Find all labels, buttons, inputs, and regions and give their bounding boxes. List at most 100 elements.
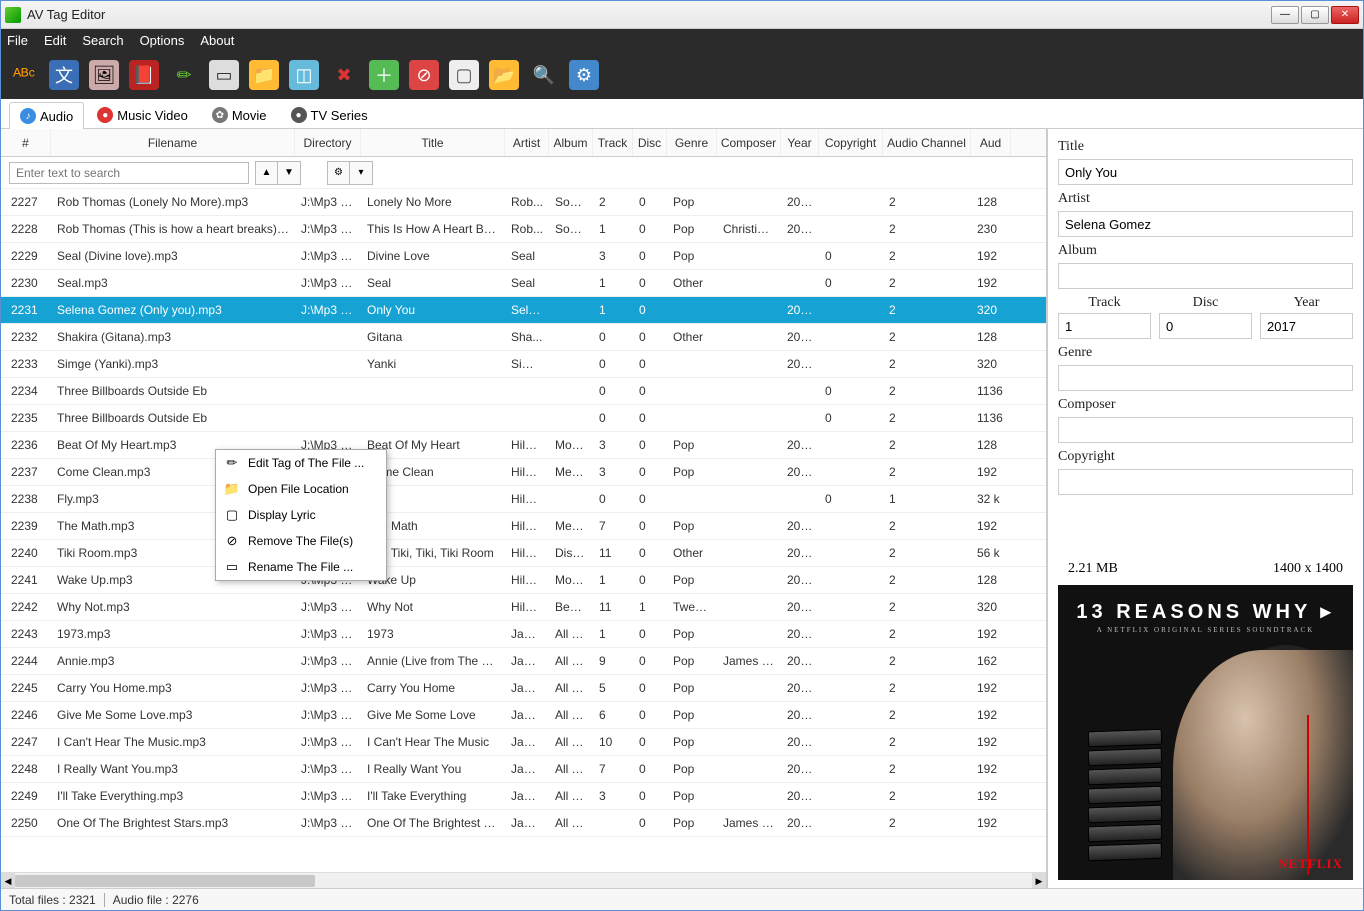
search-sort-up[interactable]: ▲: [256, 162, 278, 184]
table-row[interactable]: 2227Rob Thomas (Lonely No More).mp3J:\Mp…: [1, 189, 1046, 216]
table-row[interactable]: 2233Simge (Yanki).mp3YankiSimge002020232…: [1, 351, 1046, 378]
image-icon[interactable]: 🖼: [89, 60, 119, 90]
maximize-button[interactable]: ▢: [1301, 6, 1329, 24]
year-field[interactable]: [1260, 313, 1353, 339]
remove-icon[interactable]: ⊘: [409, 60, 439, 90]
ctx-open-location[interactable]: 📁Open File Location: [216, 476, 386, 502]
folder-icon[interactable]: 📁: [249, 60, 279, 90]
table-row[interactable]: 2244Annie.mp3J:\Mp3 M...Annie (Live from…: [1, 648, 1046, 675]
tab-icon: ●: [97, 107, 113, 123]
col-audio-channel[interactable]: Audio Channel: [883, 129, 971, 156]
grid-header: # Filename Directory Title Artist Album …: [1, 129, 1046, 157]
col-filename[interactable]: Filename: [51, 129, 295, 156]
table-row[interactable]: 2241Wake Up.mp3J:\Mp3 M...Wake UpHilar..…: [1, 567, 1046, 594]
genre-field[interactable]: [1058, 365, 1353, 391]
table-row[interactable]: 2250One Of The Brightest Stars.mp3J:\Mp3…: [1, 810, 1046, 837]
col-title[interactable]: Title: [361, 129, 505, 156]
abc-icon[interactable]: ᴬᴮᶜ: [9, 60, 39, 90]
search-folder-icon[interactable]: 📂: [489, 60, 519, 90]
delete-icon[interactable]: ✖: [329, 60, 359, 90]
table-row[interactable]: 2242Why Not.mp3J:\Mp3 M...Why NotHilar..…: [1, 594, 1046, 621]
table-row[interactable]: 2246Give Me Some Love.mp3J:\Mp3 M...Give…: [1, 702, 1046, 729]
table-row[interactable]: 2238Fly.mp3J:\Mp3 M...FlyHilar...000132 …: [1, 486, 1046, 513]
col-year[interactable]: Year: [781, 129, 819, 156]
table-row[interactable]: 2235Three Billboards Outside Eb00021136: [1, 405, 1046, 432]
tab-audio[interactable]: ♪Audio: [9, 102, 84, 129]
col-album[interactable]: Album: [549, 129, 593, 156]
tab-tv-series[interactable]: ●TV Series: [280, 101, 379, 128]
col-number[interactable]: #: [1, 129, 51, 156]
ctx-rename-file-label: Rename The File ...: [248, 560, 353, 574]
add-icon[interactable]: ＋: [369, 60, 399, 90]
rename-icon[interactable]: ▭: [209, 60, 239, 90]
copyright-field[interactable]: [1058, 469, 1353, 495]
title-field[interactable]: [1058, 159, 1353, 185]
table-row[interactable]: 2232Shakira (Gitana).mp3GitanaSha...00Ot…: [1, 324, 1046, 351]
track-field[interactable]: [1058, 313, 1151, 339]
table-row[interactable]: 2239The Math.mp3J:\Mp3 M...The MathHilar…: [1, 513, 1046, 540]
album-field[interactable]: [1058, 263, 1353, 289]
ctx-remove-file-icon: ⊘: [224, 533, 240, 549]
scroll-left-icon[interactable]: ◀: [1, 873, 15, 888]
context-menu: ✏Edit Tag of The File ...📁Open File Loca…: [215, 449, 387, 581]
pencil-icon[interactable]: ✏: [169, 60, 199, 90]
ctx-remove-file[interactable]: ⊘Remove The File(s): [216, 528, 386, 554]
tab-movie[interactable]: ✿Movie: [201, 101, 278, 128]
col-aud[interactable]: Aud: [971, 129, 1011, 156]
gear-button[interactable]: ⚙: [328, 162, 350, 184]
artist-field[interactable]: [1058, 211, 1353, 237]
col-disc[interactable]: Disc: [633, 129, 667, 156]
menu-file[interactable]: File: [7, 33, 28, 48]
book-icon[interactable]: 📕: [129, 60, 159, 90]
ctx-edit-tag[interactable]: ✏Edit Tag of The File ...: [216, 450, 386, 476]
translate-icon[interactable]: 文: [49, 60, 79, 90]
status-total: Total files : 2321: [9, 893, 96, 907]
grid-rows[interactable]: 2227Rob Thomas (Lonely No More).mp3J:\Mp…: [1, 189, 1046, 872]
netflix-logo: NETFLIX: [1278, 856, 1343, 872]
minimize-button[interactable]: —: [1271, 6, 1299, 24]
menu-about[interactable]: About: [200, 33, 234, 48]
scroll-right-icon[interactable]: ▶: [1032, 873, 1046, 888]
tab-music-video[interactable]: ●Music Video: [86, 101, 199, 128]
gear-dropdown[interactable]: ▾: [350, 162, 372, 184]
ctx-rename-file[interactable]: ▭Rename The File ...: [216, 554, 386, 580]
search-input[interactable]: [9, 162, 249, 184]
search-icon[interactable]: 🔍: [529, 60, 559, 90]
table-row[interactable]: 2236Beat Of My Heart.mp3J:\Mp3 M...Beat …: [1, 432, 1046, 459]
col-genre[interactable]: Genre: [667, 129, 717, 156]
close-button[interactable]: ✕: [1331, 6, 1359, 24]
menu-options[interactable]: Options: [140, 33, 185, 48]
select-icon[interactable]: ◫: [289, 60, 319, 90]
ctx-display-lyric[interactable]: ▢Display Lyric: [216, 502, 386, 528]
album-art[interactable]: 13 REASONS WHY ▸ A NETFLIX ORIGINAL SERI…: [1058, 585, 1353, 880]
table-row[interactable]: 2231Selena Gomez (Only you).mp3J:\Mp3 M.…: [1, 297, 1046, 324]
col-composer[interactable]: Composer: [717, 129, 781, 156]
ctx-edit-tag-label: Edit Tag of The File ...: [248, 456, 364, 470]
table-row[interactable]: 2247I Can't Hear The Music.mp3J:\Mp3 M..…: [1, 729, 1046, 756]
horizontal-scrollbar[interactable]: ◀ ▶: [1, 872, 1046, 888]
menu-edit[interactable]: Edit: [44, 33, 66, 48]
table-row[interactable]: 2249I'll Take Everything.mp3J:\Mp3 M...I…: [1, 783, 1046, 810]
col-artist[interactable]: Artist: [505, 129, 549, 156]
table-row[interactable]: 2228Rob Thomas (This is how a heart brea…: [1, 216, 1046, 243]
table-row[interactable]: 2240Tiki Room.mp3J:\Mp3 M...The Tiki, Ti…: [1, 540, 1046, 567]
table-row[interactable]: 2229Seal (Divine love).mp3J:\Mp3 M...Div…: [1, 243, 1046, 270]
col-directory[interactable]: Directory: [295, 129, 361, 156]
tab-icon: ●: [291, 107, 307, 123]
composer-field[interactable]: [1058, 417, 1353, 443]
table-row[interactable]: 2234Three Billboards Outside Eb00021136: [1, 378, 1046, 405]
disc-field[interactable]: [1159, 313, 1252, 339]
album-filesize: 2.21 MB: [1068, 561, 1118, 577]
col-copyright[interactable]: Copyright: [819, 129, 883, 156]
scroll-thumb[interactable]: [15, 875, 315, 887]
screen-icon[interactable]: ▢: [449, 60, 479, 90]
menu-search[interactable]: Search: [82, 33, 123, 48]
search-sort-down[interactable]: ▼: [278, 162, 300, 184]
table-row[interactable]: 22431973.mp3J:\Mp3 M...1973Jam...All Th.…: [1, 621, 1046, 648]
table-row[interactable]: 2245Carry You Home.mp3J:\Mp3 M...Carry Y…: [1, 675, 1046, 702]
table-row[interactable]: 2248I Really Want You.mp3J:\Mp3 M...I Re…: [1, 756, 1046, 783]
col-track[interactable]: Track: [593, 129, 633, 156]
table-row[interactable]: 2237Come Clean.mp3J:\Mp3 M...Come CleanH…: [1, 459, 1046, 486]
gear-icon[interactable]: ⚙: [569, 60, 599, 90]
table-row[interactable]: 2230Seal.mp3J:\Mp3 M...SealSeal10Other02…: [1, 270, 1046, 297]
